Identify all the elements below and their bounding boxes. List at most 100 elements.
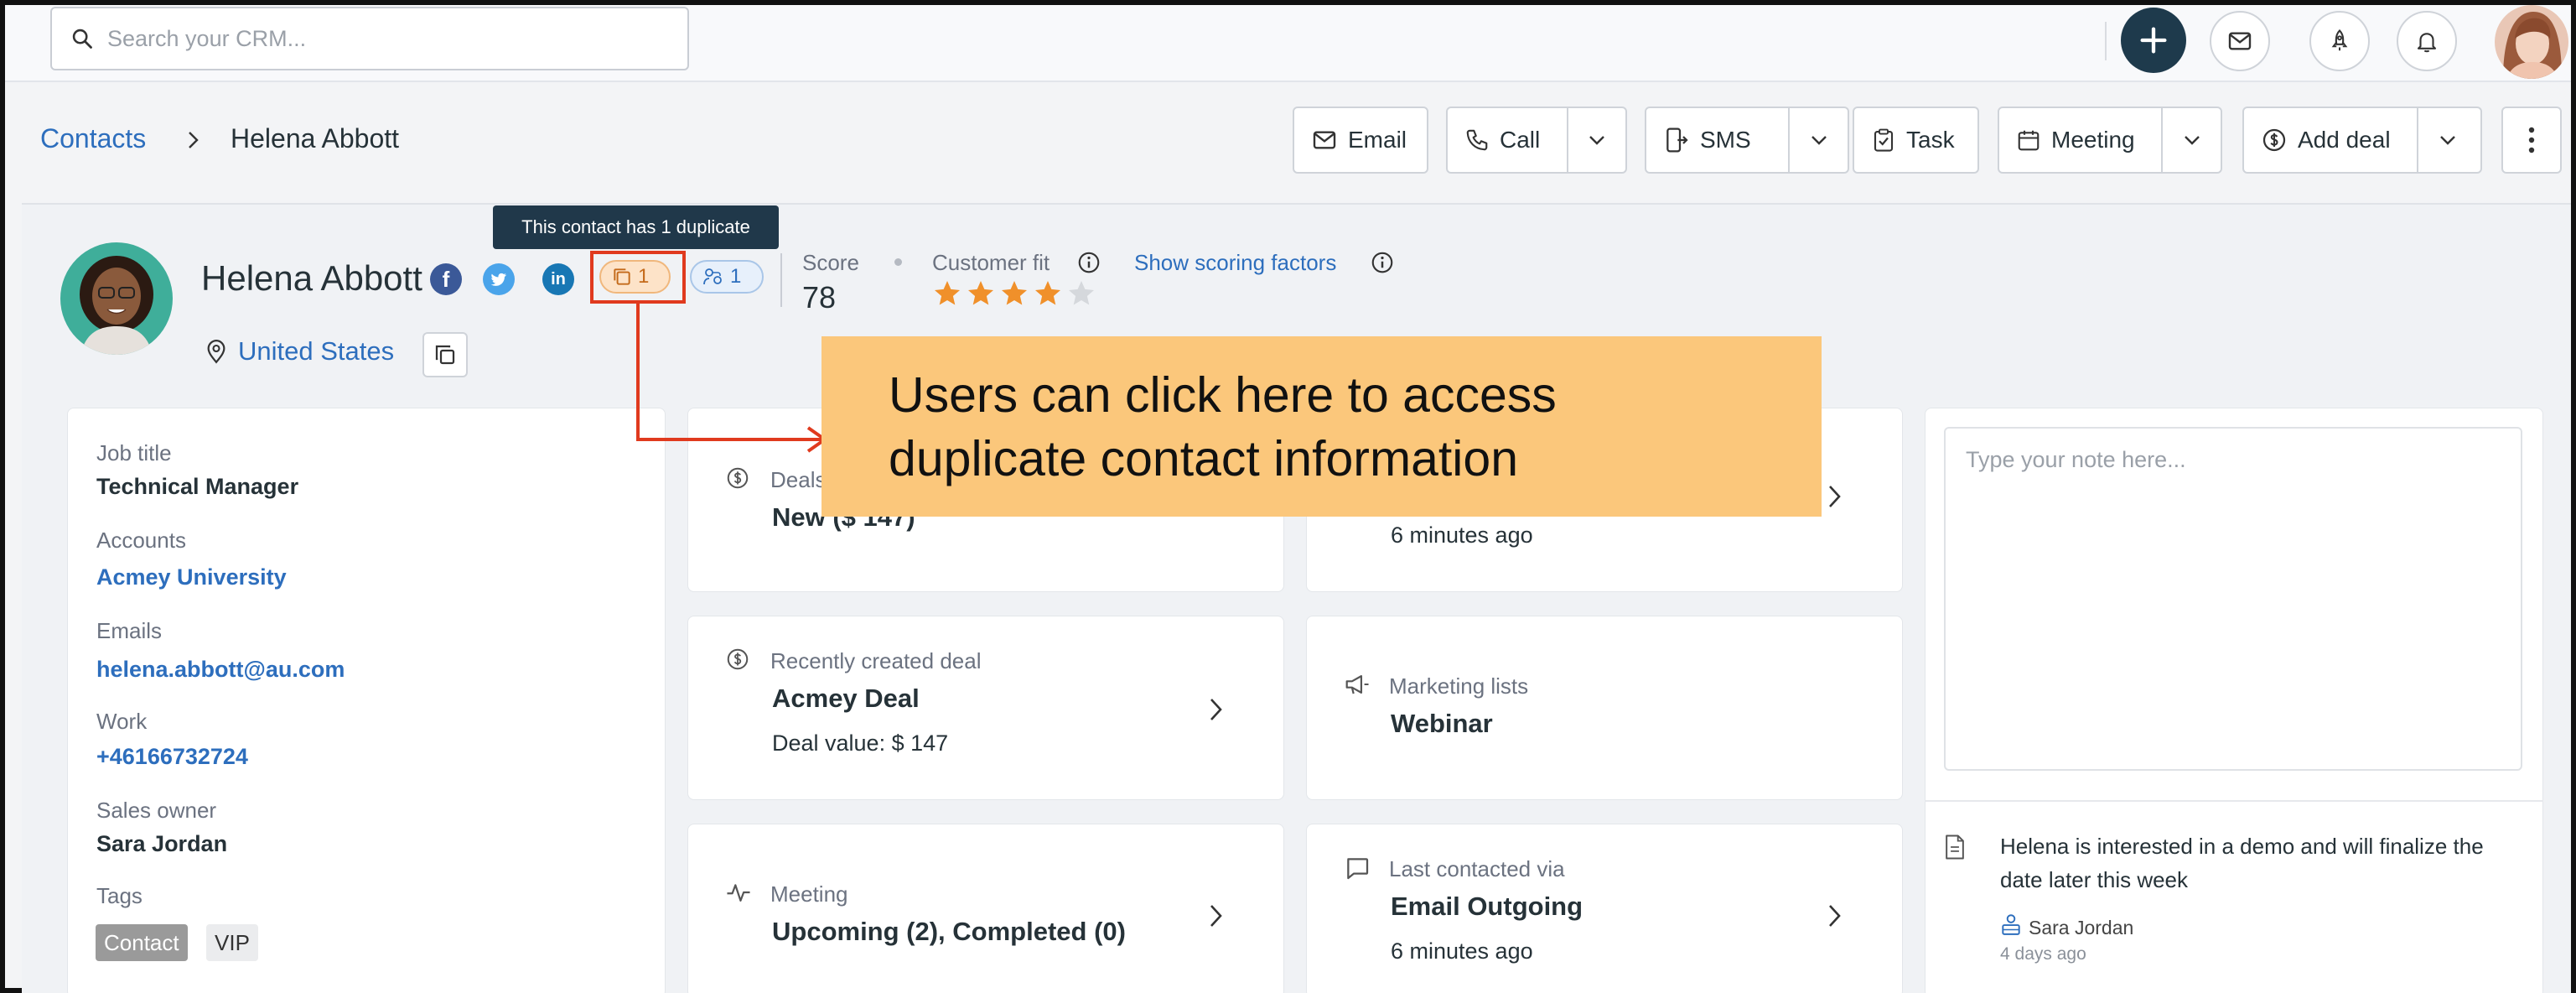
chevron-right-icon (184, 129, 203, 151)
activity-time: 6 minutes ago (1391, 522, 1533, 548)
chat-bubble-icon (1344, 855, 1371, 881)
star-empty-icon (1069, 281, 1094, 305)
tag-contact[interactable]: Contact (96, 924, 188, 961)
related-contacts-badge[interactable]: 1 (690, 260, 764, 294)
work-phone-link[interactable]: +46166732724 (96, 744, 248, 770)
customer-fit-label: Customer fit (932, 250, 1050, 275)
account-link[interactable]: Acmey University (96, 564, 287, 590)
task-action-button[interactable]: Task (1853, 107, 1979, 174)
task-action-label: Task (1906, 127, 1955, 153)
recent-deal-name: Acmey Deal (772, 684, 920, 713)
notes-divider (1925, 800, 2543, 802)
user-avatar[interactable] (2495, 5, 2568, 79)
note-text: Helena is interested in a demo and will … (2000, 834, 2484, 892)
recent-deal-card[interactable]: Recently created deal Acmey Deal Deal va… (687, 616, 1284, 800)
copy-icon (435, 345, 455, 365)
mail-icon (1313, 131, 1336, 149)
separator-dot (894, 258, 902, 266)
task-icon (1874, 128, 1894, 152)
meeting-action-label: Meeting (2051, 127, 2135, 153)
activity-icon (725, 880, 752, 905)
tags-label: Tags (96, 883, 143, 908)
recent-deal-value: Deal value: $ 147 (772, 730, 949, 756)
chevron-right-icon[interactable] (1825, 482, 1843, 511)
marketing-lists-card[interactable]: Marketing lists Webinar (1306, 616, 1903, 800)
job-title-value: Technical Manager (96, 474, 299, 499)
recent-deal-label: Recently created deal (770, 648, 982, 673)
chevron-right-icon[interactable] (1206, 695, 1225, 724)
annotation-callout: Users can click here to access duplicate… (822, 336, 1822, 517)
info-icon[interactable] (1076, 250, 1101, 275)
sales-user-icon (2000, 912, 2022, 936)
sales-owner-label: Sales owner (96, 798, 217, 823)
last-contacted-card[interactable]: Last contacted via Email Outgoing 6 minu… (1306, 824, 1903, 993)
show-scoring-factors-link[interactable]: Show scoring factors (1134, 250, 1336, 276)
meeting-card[interactable]: Meeting Upcoming (2), Completed (0) (687, 824, 1284, 993)
facebook-icon[interactable]: f (430, 263, 462, 295)
twitter-icon[interactable] (483, 263, 515, 295)
contact-location[interactable]: United States (205, 336, 394, 367)
breadcrumb-contacts-link[interactable]: Contacts (40, 123, 146, 154)
chevron-right-icon[interactable] (1825, 902, 1843, 930)
add-deal-dropdown-toggle[interactable] (2417, 108, 2477, 172)
toolbar-divider (2105, 22, 2107, 60)
mail-button[interactable] (2210, 11, 2270, 71)
chevron-down-icon (2184, 136, 2200, 145)
note-input[interactable] (1946, 429, 2521, 769)
customer-fit-stars (932, 278, 1096, 309)
sms-dropdown-toggle[interactable] (1788, 108, 1848, 172)
star-filled-icon (968, 281, 993, 305)
call-dropdown-toggle[interactable] (1566, 108, 1625, 172)
plus-icon (2140, 27, 2167, 54)
last-contacted-time: 6 minutes ago (1391, 938, 1533, 964)
more-actions-button[interactable] (2501, 107, 2562, 174)
link-people-icon (703, 268, 722, 285)
header-divider (780, 253, 782, 307)
related-count: 1 (730, 265, 742, 288)
duplicate-highlight-box (590, 251, 686, 304)
calendar-icon (2018, 130, 2040, 151)
deals-label: Deals (770, 467, 827, 492)
sms-action-button[interactable]: SMS (1645, 107, 1849, 174)
chevron-right-icon[interactable] (1206, 902, 1225, 930)
breadcrumb-current: Helena Abbott (231, 123, 400, 153)
document-icon (1943, 834, 1967, 860)
email-action-button[interactable]: Email (1293, 107, 1428, 174)
callout-arrow (636, 302, 828, 453)
email-link[interactable]: helena.abbott@au.com (96, 657, 345, 683)
work-phone-label: Work (96, 709, 148, 734)
call-action-button[interactable]: Call (1446, 107, 1627, 174)
meeting-value: Upcoming (2), Completed (0) (772, 917, 1126, 946)
phone-icon (1466, 129, 1488, 151)
linkedin-icon[interactable]: in (542, 263, 574, 295)
contact-name: Helena Abbott (201, 258, 422, 298)
search-input[interactable] (107, 25, 644, 52)
emails-label: Emails (96, 618, 163, 643)
search-box[interactable] (50, 7, 689, 70)
meeting-dropdown-toggle[interactable] (2161, 108, 2221, 172)
note-time: 4 days ago (2000, 944, 2086, 964)
sales-owner-value: Sara Jordan (96, 831, 228, 856)
dollar-circle-icon (2262, 128, 2286, 152)
star-filled-icon (935, 281, 960, 305)
megaphone-icon (1344, 672, 1371, 697)
rocket-button[interactable] (2309, 11, 2370, 71)
create-new-button[interactable] (2121, 8, 2186, 73)
callout-text: Users can click here to access duplicate… (889, 367, 1557, 486)
notifications-button[interactable] (2397, 11, 2457, 71)
tag-vip[interactable]: VIP (206, 924, 258, 961)
chevron-down-icon (1589, 136, 1604, 145)
marketing-lists-value: Webinar (1391, 709, 1493, 738)
copy-button[interactable] (422, 332, 468, 377)
info-icon[interactable] (1370, 250, 1395, 275)
location-text[interactable]: United States (238, 336, 394, 367)
meeting-action-button[interactable]: Meeting (1998, 107, 2222, 174)
contact-photo (60, 242, 173, 355)
star-filled-icon (1002, 281, 1027, 305)
star-filled-icon (1035, 281, 1060, 305)
email-action-label: Email (1348, 127, 1407, 153)
note-input-box[interactable] (1944, 427, 2522, 771)
duplicate-tooltip: This contact has 1 duplicate (493, 205, 779, 249)
call-action-label: Call (1500, 127, 1541, 153)
add-deal-action-button[interactable]: Add deal (2242, 107, 2482, 174)
